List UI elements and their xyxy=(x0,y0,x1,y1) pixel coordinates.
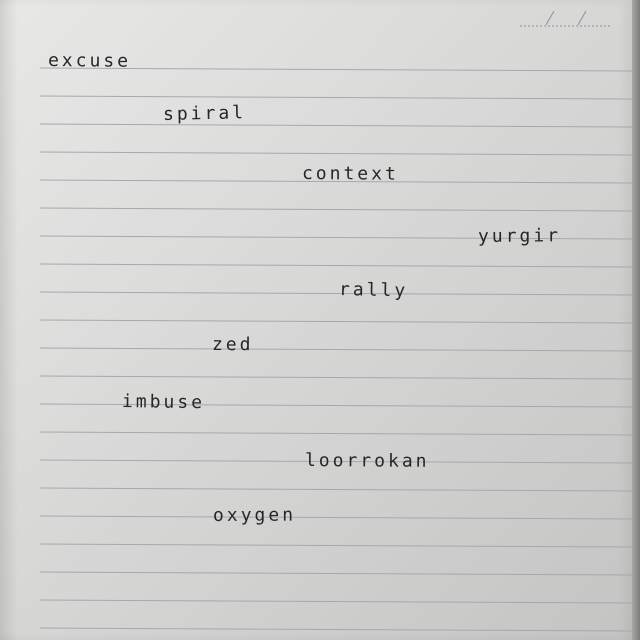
handwritten-word-rally: rally xyxy=(338,279,409,302)
handwritten-word-excuse: excuse xyxy=(47,50,132,72)
handwritten-word-spiral: spiral xyxy=(162,102,247,125)
handwritten-word-imbuse: imbuse xyxy=(121,391,206,414)
notebook-page: excuse spiral context yurgir rally zed i… xyxy=(0,0,632,640)
handwritten-word-yurgir: yurgir xyxy=(477,225,562,247)
handwritten-word-oxygen: oxygen xyxy=(212,504,297,526)
handwritten-word-loorrokan: loorrokan xyxy=(304,450,430,472)
handwritten-word-context: context xyxy=(301,163,399,185)
date-field xyxy=(520,10,610,27)
page-edge xyxy=(632,0,640,640)
ruled-lines xyxy=(39,67,632,632)
photo-scene: excuse spiral context yurgir rally zed i… xyxy=(0,0,640,640)
handwritten-word-zed: zed xyxy=(211,334,254,356)
